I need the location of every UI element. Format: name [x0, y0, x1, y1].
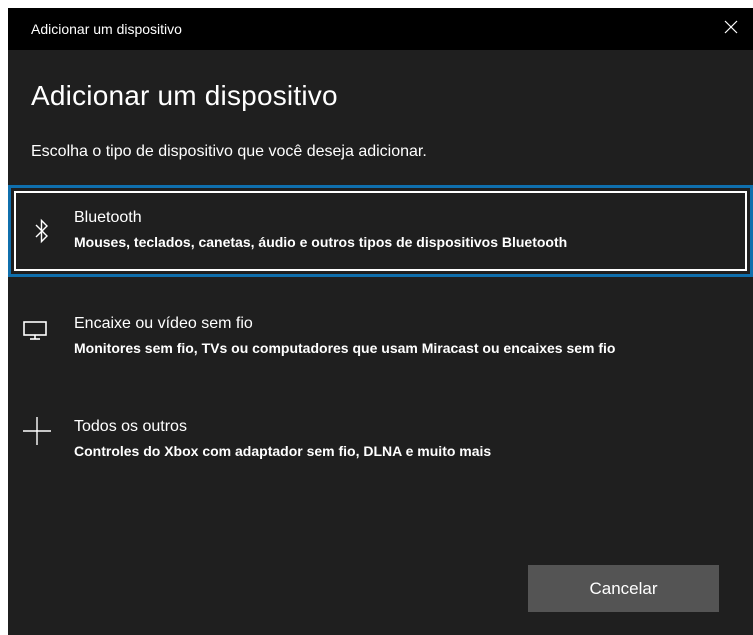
option-title: Todos os outros: [74, 418, 187, 435]
title-bar: Adicionar um dispositivo: [8, 8, 753, 50]
page-title: Adicionar um dispositivo: [31, 80, 338, 111]
close-button[interactable]: [709, 8, 753, 50]
option-description: Controles do Xbox com adaptador sem fio,…: [74, 443, 492, 459]
cancel-button[interactable]: Cancelar: [528, 565, 719, 612]
option-everything-else[interactable]: Todos os outros Controles do Xbox com ad…: [8, 401, 753, 483]
option-description: Monitores sem fio, TVs ou computadores q…: [74, 340, 616, 356]
close-icon: [724, 20, 738, 39]
bluetooth-icon: [30, 211, 54, 251]
plus-icon: [21, 415, 53, 447]
option-wireless-display[interactable]: Encaixe ou vídeo sem fio Monitores sem f…: [8, 298, 753, 380]
option-title: Bluetooth: [74, 209, 142, 226]
monitor-icon: [22, 318, 48, 344]
add-device-dialog: Adicionar um dispositivo Adicionar um di…: [8, 8, 753, 635]
option-title: Encaixe ou vídeo sem fio: [74, 315, 253, 332]
option-bluetooth[interactable]: Bluetooth Mouses, teclados, canetas, áud…: [8, 185, 753, 277]
window-title: Adicionar um dispositivo: [31, 21, 182, 37]
option-description: Mouses, teclados, canetas, áudio e outro…: [74, 234, 568, 250]
page-instructions: Escolha o tipo de dispositivo que você d…: [31, 143, 427, 160]
